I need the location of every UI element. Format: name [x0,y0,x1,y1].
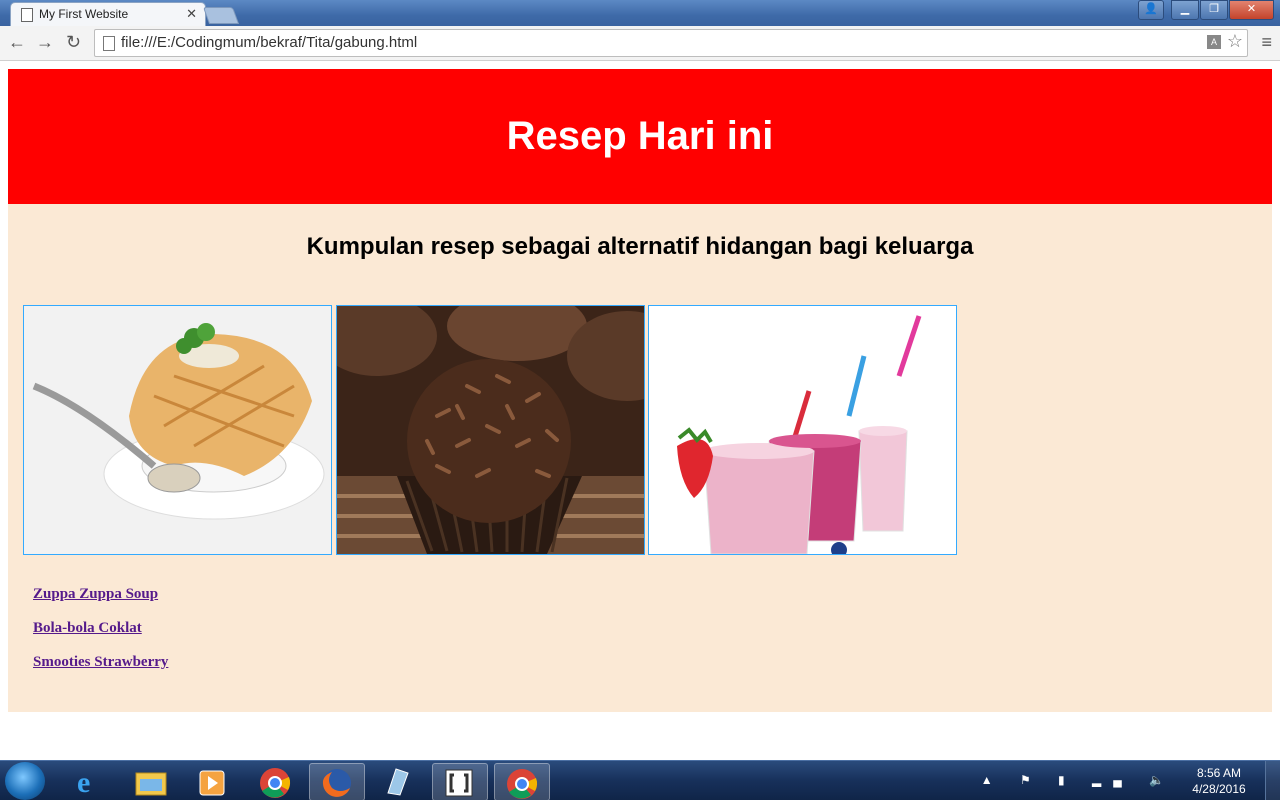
url-text[interactable]: file:///E:/Codingmum/bekraf/Tita/gabung.… [121,34,417,51]
reload-icon[interactable]: ↻ [66,32,81,53]
clock[interactable]: 8:56 AM 4/28/2016 [1184,765,1254,797]
forward-icon[interactable]: → [36,32,54,53]
svg-text:e: e [77,766,90,799]
zuppa-soup-image [23,305,332,555]
maximize-button[interactable]: ❐ [1200,0,1228,20]
translate-icon[interactable]: A [1207,35,1221,49]
clock-time: 8:56 AM [1196,766,1242,780]
window-controls: 👤 ▁ ❐ ✕ [1138,0,1274,20]
close-window-button[interactable]: ✕ [1229,0,1274,20]
minimize-button[interactable]: ▁ [1171,0,1199,20]
page-header: Resep Hari ini [8,69,1272,204]
page-subtitle: Kumpulan resep sebagai alternatif hidang… [306,233,974,260]
file-explorer-icon[interactable] [124,763,178,799]
chocolate-ball-image [336,305,645,555]
content-area: Kumpulan resep sebagai alternatif hidang… [8,204,1272,712]
tray-icons[interactable]: ▲ ⚑ ▮ ▂▄ 🔈 [981,773,1176,787]
internet-explorer-icon[interactable]: e [62,763,116,799]
strawberry-smoothies-image [648,305,957,555]
recipe-links: Zuppa Zuppa Soup Bola-bola Coklat Smooti… [33,585,168,687]
close-tab-icon[interactable]: ✕ [186,6,197,22]
notepad-icon[interactable] [370,763,424,799]
new-tab-button[interactable] [202,7,240,24]
clock-date: 4/28/2016 [1192,782,1246,796]
link-zuppa-soup[interactable]: Zuppa Zuppa Soup [33,585,168,603]
media-player-icon[interactable] [186,763,240,799]
user-icon[interactable]: 👤 [1138,0,1164,20]
bookmark-star-icon[interactable]: ☆ [1227,31,1243,52]
window-titlebar: My First Website ✕ 👤 ▁ ❐ ✕ [0,0,1280,27]
firefox-icon[interactable] [309,763,365,800]
page-title: Resep Hari ini [506,114,774,158]
page-viewport: Resep Hari ini Kumpulan resep sebagai al… [0,61,1280,760]
taskbar: e ▲ ⚑ ▮ ▂▄ 🔈 8:56 AM 4/28/2016 [0,760,1280,800]
menu-icon[interactable]: ≡ [1261,32,1272,53]
browser-toolbar: ← → ↻ file:///E:/Codingmum/bekraf/Tita/g… [0,26,1280,61]
file-icon [103,36,115,51]
start-button[interactable] [5,762,45,800]
tab-title: My First Website [39,7,129,21]
link-smoothies[interactable]: Smooties Strawberry [33,653,168,671]
page-icon [21,8,33,22]
back-icon[interactable]: ← [8,32,26,53]
chrome-active-icon[interactable] [494,763,550,800]
show-desktop-button[interactable] [1265,761,1280,800]
brackets-icon[interactable] [432,763,488,800]
browser-tab[interactable]: My First Website ✕ [10,2,206,27]
link-bola-coklat[interactable]: Bola-bola Coklat [33,619,168,637]
chrome-icon[interactable] [248,763,302,799]
address-bar[interactable]: file:///E:/Codingmum/bekraf/Tita/gabung.… [94,29,1248,57]
